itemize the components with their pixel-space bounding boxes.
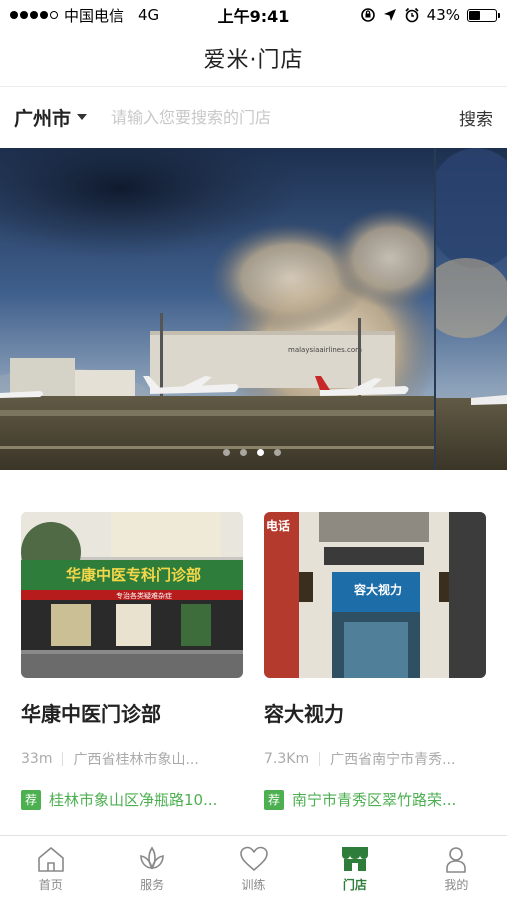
carousel-dot[interactable] [223, 449, 230, 456]
tab-label: 首页 [38, 877, 63, 892]
recommend-text: 桂林市象山区净瓶路10... [49, 791, 218, 809]
lotus-icon [140, 846, 164, 869]
store-card[interactable]: 电话 容大视力 容大视力 7.3Km 广西省南宁市青秀... 荐 南宁市青秀区翠… [264, 512, 486, 810]
tab-label: 门店 [342, 877, 367, 892]
hangar-sign: malaysiaairlines.com [288, 346, 362, 354]
location-arrow-icon [383, 9, 396, 21]
signal-strength-icon [10, 11, 58, 19]
airport-photo: malaysiaairlines.com [0, 148, 434, 470]
heart-icon [239, 846, 268, 871]
store-sign-text: 华康中医专科门诊部 [66, 566, 201, 584]
store-sign-sub: 专治各类疑难杂症 [116, 591, 172, 600]
carousel-dot[interactable] [274, 449, 281, 456]
bottom-tab-bar: 首页 服务 训练 门店 我的 [0, 835, 507, 900]
status-bar: 中国电信 4G 上午9:41 43% [0, 0, 507, 30]
store-distance: 7.3Km [264, 751, 310, 767]
tab-label: 训练 [241, 877, 266, 892]
banner-carousel[interactable]: malaysiaairlines.com [0, 148, 507, 470]
store-recommendation: 荐 南宁市青秀区翠竹路荣... [264, 789, 486, 810]
meta-divider [319, 752, 321, 766]
orientation-lock-icon [360, 8, 375, 22]
store-name: 容大视力 [264, 702, 344, 726]
caret-down-icon [77, 114, 88, 120]
carousel-pager [0, 449, 434, 456]
store-distance: 33m [21, 751, 53, 767]
banner-slide-next[interactable] [436, 148, 507, 470]
status-bar-left: 中国电信 4G [10, 5, 200, 26]
store-card[interactable]: 华康中医专科门诊部 专治各类疑难杂症 华康中医门诊部 33m 广西省桂林市象山.… [21, 512, 243, 810]
battery-icon [467, 8, 500, 22]
store-meta: 33m 广西省桂林市象山... [21, 749, 243, 769]
airport-photo-next [436, 148, 507, 470]
tab-label: 服务 [140, 877, 165, 892]
store-meta: 7.3Km 广西省南宁市青秀... [264, 749, 486, 769]
recommend-badge: 荐 [21, 789, 41, 810]
carousel-dot[interactable] [240, 449, 247, 456]
store-list: 华康中医专科门诊部 专治各类疑难杂症 华康中医门诊部 33m 广西省桂林市象山.… [0, 470, 507, 835]
tab-home[interactable]: 首页 [0, 836, 101, 900]
network-label: 4G [138, 6, 160, 24]
store-icon [341, 846, 368, 871]
store-search-input[interactable] [111, 107, 449, 127]
meta-divider [62, 752, 64, 766]
alarm-icon [405, 7, 419, 23]
recommend-text: 南宁市青秀区翠竹路荣... [292, 791, 457, 809]
store-side-sign: 电话 [266, 518, 290, 533]
tab-store[interactable]: 门店 [304, 836, 405, 900]
tab-label: 我的 [444, 877, 469, 892]
recommend-badge: 荐 [264, 789, 284, 810]
store-recommendation: 荐 桂林市象山区净瓶路10... [21, 789, 243, 810]
status-time: 上午9:41 [217, 7, 290, 26]
store-photo: 华康中医专科门诊部 专治各类疑难杂症 [21, 512, 243, 678]
carrier-label: 中国电信 [64, 6, 125, 25]
banner-slide-active[interactable]: malaysiaairlines.com [0, 148, 434, 470]
store-sign-text: 容大视力 [353, 582, 402, 597]
status-bar-right: 43% [327, 6, 500, 24]
tab-mine[interactable]: 我的 [406, 836, 507, 900]
tab-service[interactable]: 服务 [101, 836, 202, 900]
city-selector[interactable]: 广州市 [14, 104, 88, 131]
home-icon [37, 846, 64, 872]
tab-training[interactable]: 训练 [203, 836, 304, 900]
page-title: 爱米·门店 [0, 30, 507, 87]
search-bar: 广州市 搜索 [0, 88, 507, 146]
store-address: 广西省桂林市象山... [73, 752, 199, 768]
user-icon [446, 846, 467, 873]
search-button[interactable]: 搜索 [459, 105, 493, 130]
store-name: 华康中医门诊部 [21, 702, 161, 726]
carousel-dot[interactable] [257, 449, 264, 456]
city-label: 广州市 [14, 107, 72, 130]
store-address: 广西省南宁市青秀... [330, 752, 456, 768]
store-photo: 电话 容大视力 [264, 512, 486, 678]
battery-percent: 43% [426, 6, 460, 24]
